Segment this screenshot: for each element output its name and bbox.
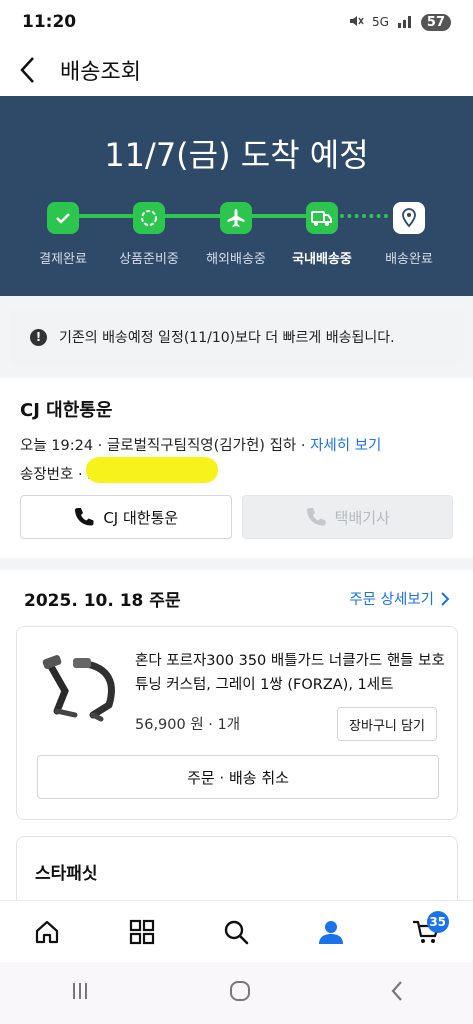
my-page-icon[interactable] — [306, 907, 356, 957]
step-domestic: 국내배송중 — [282, 202, 362, 267]
call-carrier-label: CJ 대한통운 — [103, 508, 179, 527]
delivery-steps: 결제완료 상품준비중 해외배송중 국내배송중 배송완료 — [0, 202, 473, 282]
airplane-icon — [220, 202, 252, 234]
invoice-number-row: 송장번호 · 538 — [20, 457, 453, 484]
chevron-right-icon — [441, 591, 450, 606]
invoice-label: 송장번호 · — [20, 467, 88, 483]
cart-count-badge: 35 — [426, 910, 449, 933]
call-carrier-button[interactable]: CJ 대한통운 — [20, 495, 232, 539]
status-icons: 5G 57 — [348, 13, 451, 32]
bottom-navigation: 35 — [0, 900, 473, 962]
cancel-order-button[interactable]: 주문 · 배송 취소 — [37, 755, 439, 799]
tracking-update: 오늘 19:24 · 글로벌직구팀직영(김가헌) 집하 · 자세히 보기 — [20, 434, 453, 455]
order-date: 2025. 10. 18 주문 — [24, 591, 181, 611]
carrier-section: CJ 대한통운 오늘 19:24 · 글로벌직구팀직영(김가헌) 집하 · 자세… — [0, 378, 473, 558]
home-circle-icon[interactable] — [228, 979, 252, 1007]
notice-text: 기존의 배송예정 일정(11/10)보다 더 빠르게 배송됩니다. — [59, 330, 395, 346]
battery-indicator: 57 — [420, 13, 451, 31]
categories-icon[interactable] — [117, 907, 167, 957]
recent-apps-icon[interactable] — [69, 980, 91, 1006]
delivery-status-banner: 11/7(금) 도착 예정 결제완료 상품준비중 해외배송중 국내배송중 배송완… — [0, 96, 473, 296]
step-label: 해외배송중 — [206, 252, 266, 267]
carrier-name: CJ 대한통운 — [20, 400, 113, 421]
chevron-left-icon — [20, 57, 34, 83]
order-section: 2025. 10. 18 주문 주문 상세보기 혼다 포르자300 350 배틀… — [0, 570, 473, 916]
signal-icon — [397, 14, 413, 31]
step-label: 국내배송중 — [292, 252, 352, 267]
order-detail-label: 주문 상세보기 — [349, 592, 434, 608]
step-preparing: 상품준비중 — [109, 202, 189, 267]
tracking-update-text: 오늘 19:24 · 글로벌직구팀직영(김가헌) 집하 · — [20, 438, 311, 454]
alert-icon: ! — [30, 328, 47, 346]
arrival-date: 11/7(금) 도착 예정 — [104, 136, 369, 174]
step-label: 결제완료 — [39, 252, 87, 267]
phone-icon — [73, 506, 95, 528]
redaction-highlight — [86, 457, 218, 483]
order-header: 2025. 10. 18 주문 주문 상세보기 — [24, 586, 450, 611]
order-detail-link[interactable]: 주문 상세보기 — [349, 588, 450, 609]
page-header: 배송조회 — [0, 44, 473, 96]
status-time: 11:20 — [22, 12, 77, 32]
loading-circle-icon — [133, 202, 165, 234]
call-driver-label: 택배기사 — [334, 508, 390, 527]
check-icon — [47, 202, 79, 234]
product-name[interactable]: 혼다 포르자300 350 배틀가드 너클가드 핸들 보호 튜닝 커스텀, 그레… — [135, 649, 445, 697]
phone-icon — [305, 506, 327, 528]
call-buttons: CJ 대한통운 택배기사 — [20, 495, 453, 539]
cart-icon[interactable]: 35 — [401, 907, 451, 957]
page-title: 배송조회 — [60, 60, 141, 85]
home-icon[interactable] — [22, 907, 72, 957]
mute-icon — [348, 13, 364, 32]
back-nav-icon[interactable] — [389, 979, 405, 1007]
product-thumbnail[interactable] — [35, 645, 125, 735]
step-label: 상품준비중 — [119, 252, 179, 267]
back-button[interactable] — [18, 56, 46, 84]
system-navigation — [0, 962, 473, 1024]
truck-icon — [306, 202, 338, 234]
step-label: 배송완료 — [385, 252, 433, 267]
add-to-cart-button[interactable]: 장바구니 담기 — [337, 707, 437, 741]
step-delivered: 배송완료 — [369, 202, 449, 267]
order-item-card: 혼다 포르자300 350 배틀가드 너클가드 핸들 보호 튜닝 커스텀, 그레… — [16, 626, 458, 820]
call-driver-button[interactable]: 택배기사 — [241, 495, 453, 539]
details-link[interactable]: 자세히 보기 — [310, 438, 381, 454]
search-icon[interactable] — [211, 907, 261, 957]
seller-name: 스타패싯 — [35, 864, 98, 884]
network-label: 5G — [371, 15, 389, 29]
status-bar: 11:20 5G 57 — [0, 0, 473, 44]
product-price: 56,900 원 · 1개 — [135, 717, 241, 733]
delivery-notice: ! 기존의 배송예정 일정(11/10)보다 더 빠르게 배송됩니다. — [10, 308, 463, 366]
step-payment: 결제완료 — [23, 202, 103, 267]
step-overseas: 해외배송중 — [196, 202, 276, 267]
location-pin-icon — [393, 202, 425, 234]
